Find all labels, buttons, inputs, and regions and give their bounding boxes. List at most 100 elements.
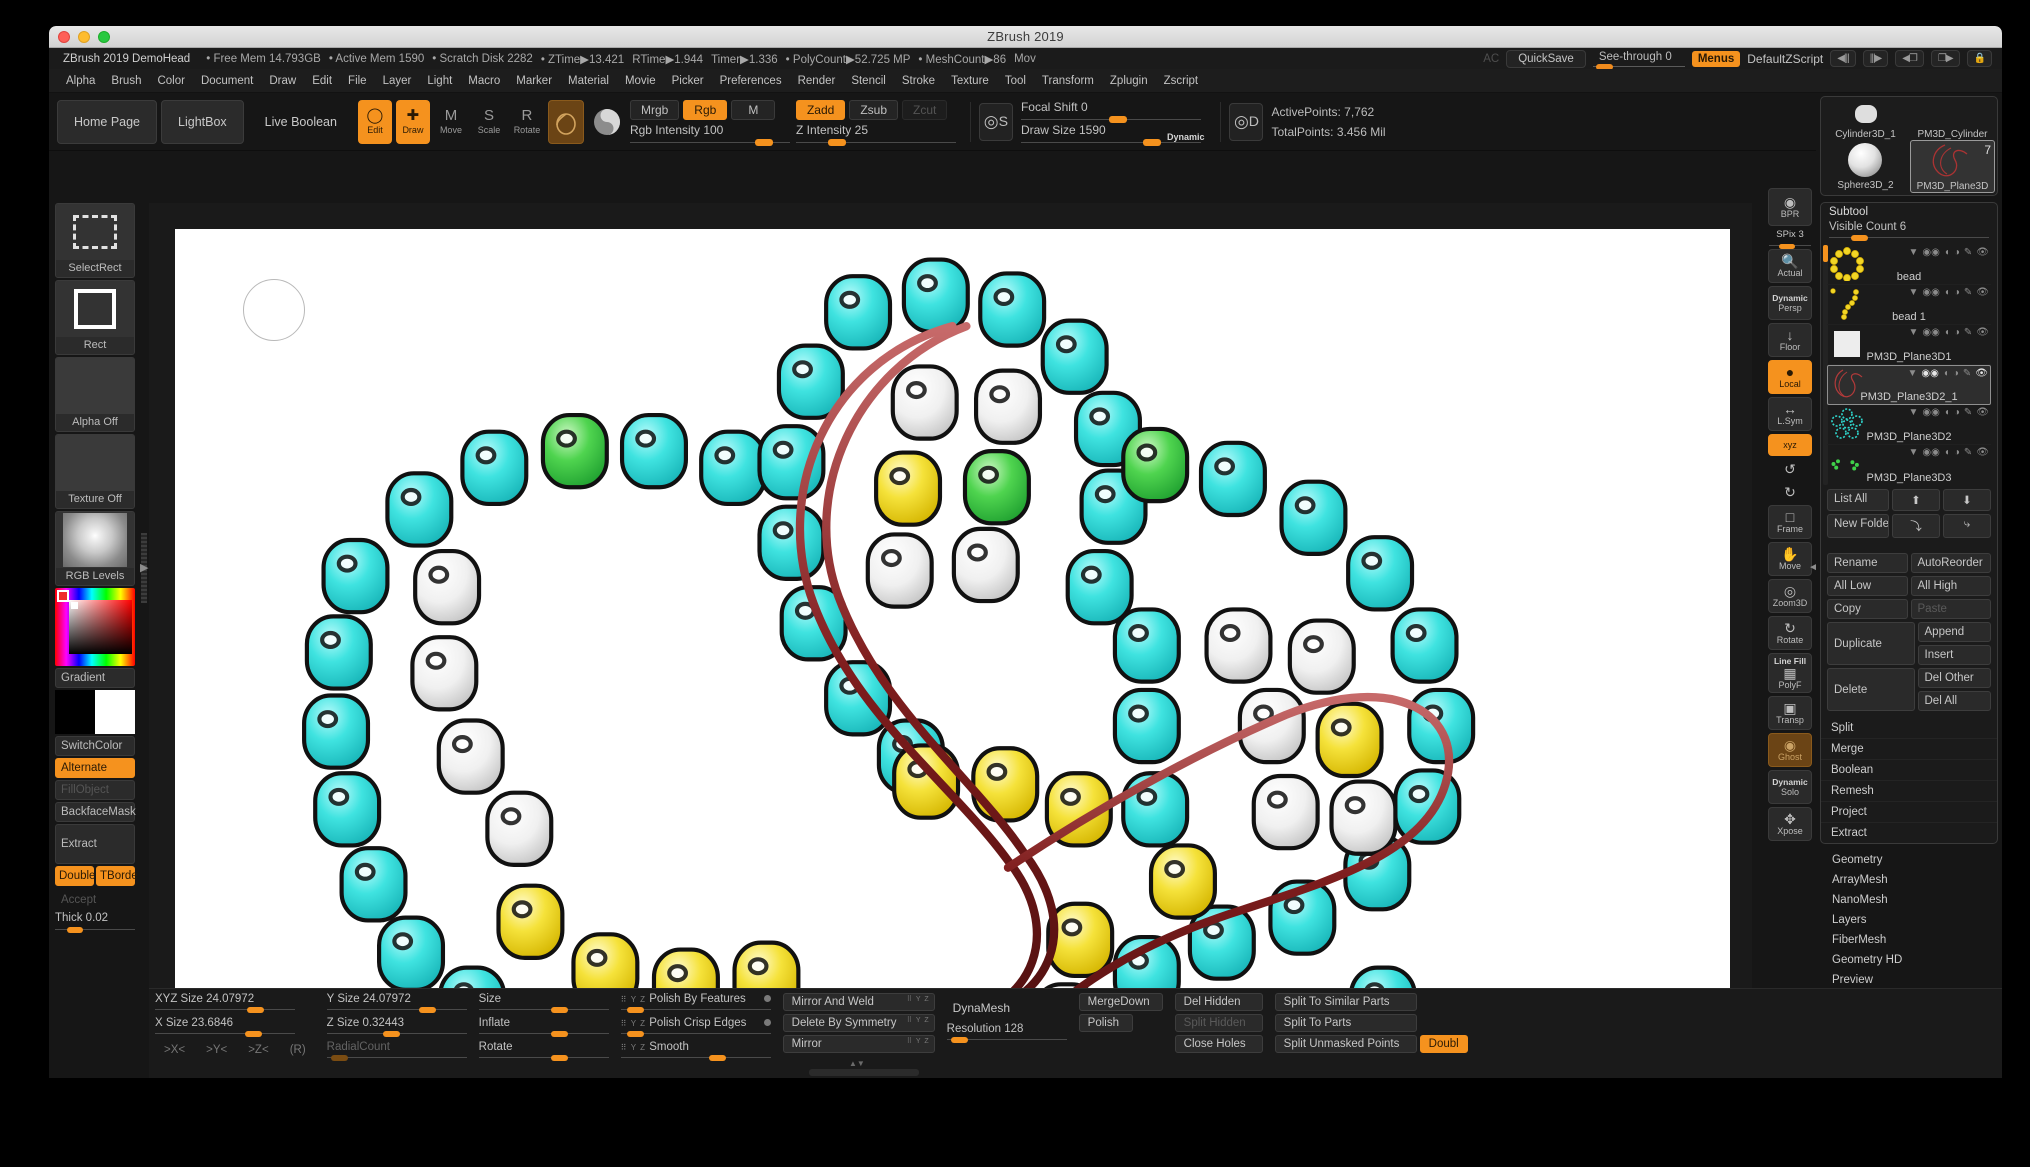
transp-button[interactable]: ▣ Transp: [1768, 696, 1812, 730]
delete-symmetry-axis[interactable]: ⠿ Y Z: [907, 1016, 930, 1024]
copy-button[interactable]: Copy: [1827, 599, 1908, 619]
polyframe-button[interactable]: Line Fill ▦ PolyF: [1768, 653, 1812, 693]
xpose-button[interactable]: ✥ Xpose: [1768, 807, 1812, 841]
color-swatches[interactable]: [55, 690, 135, 734]
see-through-slider[interactable]: See-through 0: [1592, 51, 1685, 69]
quicksave-button[interactable]: QuickSave: [1506, 49, 1586, 68]
smooth-knob[interactable]: [708, 1055, 726, 1061]
merge-down-icon[interactable]: ▼: [1908, 327, 1918, 338]
contrast-icon[interactable]: ◑: [1954, 287, 1960, 298]
stroke-picker-button[interactable]: ◎ S: [978, 102, 1013, 141]
mirror-weld-axis[interactable]: ⠿ Y Z: [907, 995, 930, 1003]
visibility-pair-icon[interactable]: ◉◉: [1922, 447, 1939, 458]
zscript-prev-icon[interactable]: ◀|||: [1830, 50, 1856, 67]
menu-item-zplugin[interactable]: Zplugin: [1103, 73, 1155, 89]
subtool-item-plane3d3[interactable]: ▼ ◉◉ ◖ ◑ ✎ 👁 PM3D_Plane3D3: [1827, 445, 1991, 485]
section-split[interactable]: Split: [1821, 718, 1997, 738]
section-arraymesh[interactable]: ArrayMesh: [1820, 870, 1998, 890]
subtool-item-plane3d1[interactable]: ▼ ◉◉ ◖ ◑ ✎ 👁 PM3D_Plane3D1: [1827, 325, 1991, 365]
menu-item-marker[interactable]: Marker: [509, 73, 559, 89]
alpha-slot[interactable]: Alpha Off: [55, 357, 135, 432]
section-extract[interactable]: Extract: [1821, 822, 1997, 843]
split-unmasked-points-button[interactable]: Split Unmasked Points: [1274, 1035, 1417, 1053]
xyz-button[interactable]: xyz: [1768, 434, 1812, 456]
color-picker-hue-marker[interactable]: [57, 590, 69, 602]
menu-item-draw[interactable]: Draw: [262, 73, 303, 89]
menu-item-picker[interactable]: Picker: [665, 73, 711, 89]
x-axis-button[interactable]: >X<: [155, 1041, 194, 1059]
bottom-scroll-arrows-icon[interactable]: ▲▼: [849, 1059, 865, 1068]
subtool-item-plane3d2[interactable]: ▼ ◉◉ ◖ ◑ ✎ 👁 PM3D_Plane3D2: [1827, 405, 1991, 445]
floor-button[interactable]: ↓ Floor: [1768, 323, 1812, 357]
texture-slot[interactable]: Texture Off: [55, 434, 135, 509]
section-nanomesh[interactable]: NanoMesh: [1820, 890, 1998, 910]
visibility-pair-icon[interactable]: ◉◉: [1922, 287, 1939, 298]
scale-button[interactable]: S Scale: [472, 100, 506, 144]
all-high-button[interactable]: All High: [1910, 576, 1991, 596]
merge-down-icon[interactable]: ▼: [1908, 247, 1918, 258]
resolution-slider[interactable]: Resolution 128: [946, 1023, 1067, 1043]
rotate-slider[interactable]: Rotate: [478, 1041, 609, 1061]
close-holes-button[interactable]: Close Holes: [1174, 1035, 1263, 1053]
half-tone-icon[interactable]: ◖: [1944, 447, 1950, 458]
persp-button[interactable]: Dynamic Persp: [1768, 286, 1812, 320]
menu-item-edit[interactable]: Edit: [305, 73, 339, 89]
mrgb-button[interactable]: Mrgb: [629, 100, 680, 120]
lightbox-button[interactable]: LightBox: [161, 99, 244, 144]
menu-item-alpha[interactable]: Alpha: [59, 73, 102, 89]
zscript-next-icon[interactable]: |||▶: [1862, 50, 1889, 67]
size-slider[interactable]: Size: [478, 993, 609, 1013]
backfacemask-button[interactable]: BackfaceMask: [55, 802, 136, 822]
section-project[interactable]: Project: [1821, 801, 1997, 822]
see-through-knob[interactable]: [1595, 63, 1613, 69]
paint-icon[interactable]: ✎: [1964, 327, 1972, 338]
subtool-icons-bead-1[interactable]: ▼ ◉◉ ◖ ◑ ✎ 👁: [1908, 287, 1989, 298]
move-button[interactable]: M Move: [434, 100, 468, 144]
rgb-intensity-knob[interactable]: [754, 139, 773, 146]
del-other-button[interactable]: Del Other: [1917, 668, 1991, 688]
subtool-item-bead-1[interactable]: ▼ ◉◉ ◖ ◑ ✎ 👁 bead 1: [1827, 285, 1991, 325]
rename-button[interactable]: Rename: [1827, 553, 1908, 573]
zcut-button[interactable]: Zcut: [902, 100, 948, 120]
menu-item-texture[interactable]: Texture: [944, 73, 996, 89]
polish-features-toggle-icon[interactable]: [763, 995, 771, 1002]
move-view-button[interactable]: ✋ Move: [1768, 542, 1812, 576]
rgb-levels-slot[interactable]: RGB Levels: [55, 511, 135, 586]
contrast-icon[interactable]: ◑: [1954, 247, 1960, 258]
move-up-icon[interactable]: ⬆: [1892, 489, 1940, 511]
polish-features-axis[interactable]: ⠿ Y Z: [621, 995, 646, 1004]
doubl-button[interactable]: Doubl: [1419, 1035, 1468, 1053]
z-intensity-knob[interactable]: [827, 139, 846, 146]
secondary-color-swatch[interactable]: [95, 690, 135, 734]
polish-by-features-knob[interactable]: [626, 1007, 644, 1013]
alternate-button[interactable]: Alternate: [55, 758, 135, 778]
contrast-icon[interactable]: ◑: [1954, 447, 1960, 458]
home-page-button[interactable]: Home Page: [57, 99, 158, 144]
inflate-slider[interactable]: Inflate: [478, 1017, 609, 1037]
menu-item-material[interactable]: Material: [561, 73, 616, 89]
ghost-button[interactable]: ◉ Ghost: [1768, 733, 1812, 767]
paint-icon[interactable]: ✎: [1963, 368, 1971, 379]
arrow-out-icon[interactable]: ⤵: [1892, 514, 1940, 538]
x-size-knob[interactable]: [245, 1031, 262, 1037]
arrow-in-icon[interactable]: ⤷: [1943, 514, 1991, 538]
actual-button[interactable]: 🔍 Actual: [1768, 249, 1812, 283]
smooth-axis-left[interactable]: ⠿ Y Z: [621, 1043, 646, 1052]
lock-icon[interactable]: 🔒: [1966, 50, 1992, 67]
contrast-icon[interactable]: ◑: [1953, 368, 1959, 379]
rect-tool[interactable]: Rect: [55, 280, 135, 355]
color-picker[interactable]: [55, 588, 135, 666]
focal-shift-slider[interactable]: Focal Shift 0: [1020, 100, 1201, 123]
polish-by-features-slider[interactable]: ⠿ Y Z Polish By Features: [620, 993, 771, 1013]
color-picker-field[interactable]: [69, 600, 132, 654]
y-axis-button[interactable]: >Y<: [197, 1041, 236, 1059]
z-intensity-slider[interactable]: Z Intensity 25: [795, 123, 956, 146]
doc-prev-icon[interactable]: ◀❐: [1895, 50, 1924, 67]
left-handle-arrow-icon[interactable]: ▶: [140, 561, 148, 574]
dynamesh-button[interactable]: DynaMesh: [947, 993, 1067, 1023]
polish-crisp-toggle-icon[interactable]: [763, 1019, 771, 1026]
mirror-and-weld-button[interactable]: Mirror And Weld ⠿ Y Z: [782, 993, 935, 1011]
doc-next-icon[interactable]: ❐▶: [1930, 50, 1960, 67]
polish-button[interactable]: Polish: [1078, 1014, 1133, 1032]
lsym-button[interactable]: ↔ L.Sym: [1768, 397, 1812, 431]
